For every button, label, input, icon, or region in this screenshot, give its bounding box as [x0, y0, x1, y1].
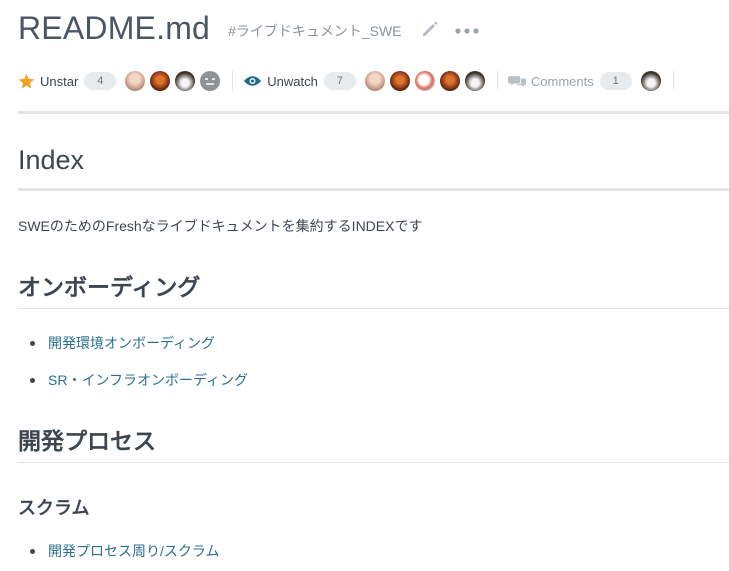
star-group: Unstar 4: [18, 71, 221, 91]
comments-count[interactable]: 1: [599, 72, 632, 90]
avatar[interactable]: [125, 71, 146, 91]
onboarding-heading: オンボーディング: [18, 274, 201, 300]
heading-rule: [18, 462, 729, 463]
avatar[interactable]: [175, 71, 196, 91]
header-divider: [18, 111, 729, 114]
list-item: 開発プロセス周り/スクラム: [30, 541, 219, 561]
avatar[interactable]: [414, 71, 435, 91]
index-heading: Index: [18, 145, 85, 175]
bullet: [30, 548, 35, 554]
star-icon: [18, 73, 35, 89]
scrum-heading: スクラム: [18, 498, 90, 518]
divider: [672, 71, 674, 91]
tag-link[interactable]: #ライブドキュメント_SWE: [228, 21, 401, 41]
avatar[interactable]: [640, 71, 661, 91]
stargazer-avatars: [120, 71, 221, 91]
heading-rule: [18, 308, 729, 309]
avatar[interactable]: [150, 71, 171, 91]
comments-group: Comments 1: [507, 71, 661, 91]
page-title: README.md: [18, 9, 211, 46]
heading-rule: [18, 188, 729, 191]
intro-paragraph: SWEのためのFreshなライブドキュメントを集約するINDEXです: [18, 218, 423, 234]
eye-icon: [244, 76, 262, 86]
bullet: [30, 340, 35, 346]
divider: [496, 71, 498, 91]
avatar[interactable]: [389, 71, 410, 91]
commenter-avatars: [636, 71, 661, 91]
unwatch-label: Unwatch: [267, 73, 318, 89]
title-row: README.md #ライブドキュメント_SWE: [18, 6, 480, 50]
dev-process-scrum-link[interactable]: 開発プロセス周り/スクラム: [48, 541, 219, 561]
watcher-avatars: [360, 71, 485, 91]
watch-group: Unwatch 7: [243, 71, 485, 91]
document-actions: Unstar 4 Unwatch 7 Comments 1: [18, 68, 684, 94]
avatar[interactable]: [464, 71, 485, 91]
dev-env-onboarding-link[interactable]: 開発環境オンボーディング: [48, 333, 215, 353]
list-item: SR・インフラオンボーディング: [30, 370, 248, 390]
bullet: [30, 377, 35, 383]
divider: [232, 71, 234, 91]
pencil-icon[interactable]: [420, 19, 440, 39]
avatar[interactable]: [364, 71, 385, 91]
dev-process-heading: 開発プロセス: [18, 428, 156, 454]
star-count[interactable]: 4: [84, 72, 117, 90]
sr-infra-onboarding-link[interactable]: SR・インフラオンボーディング: [48, 370, 248, 390]
unstar-label: Unstar: [40, 73, 79, 89]
unwatch-button[interactable]: Unwatch: [243, 74, 318, 89]
comments-label: Comments: [530, 73, 594, 89]
unstar-button[interactable]: Unstar: [18, 73, 78, 89]
avatar[interactable]: [439, 71, 460, 91]
comments-button[interactable]: Comments: [507, 73, 594, 89]
list-item: 開発環境オンボーディング: [30, 333, 215, 353]
comments-icon: [507, 76, 526, 88]
watch-count[interactable]: 7: [323, 72, 356, 90]
avatar[interactable]: [200, 71, 221, 91]
ellipsis-icon[interactable]: [454, 22, 480, 34]
